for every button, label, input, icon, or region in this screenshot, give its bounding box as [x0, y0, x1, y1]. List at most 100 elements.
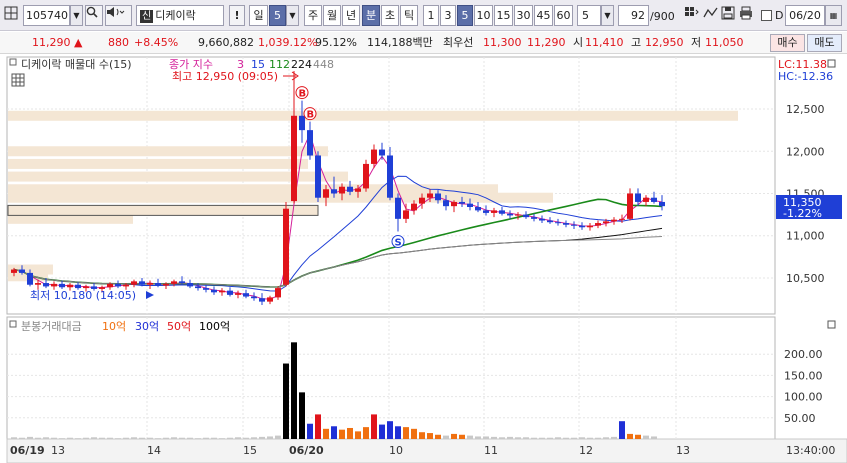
candle-body [587, 225, 593, 228]
volume-bar [627, 433, 633, 439]
time-label-0619: 06/19 [10, 444, 45, 457]
volume-bar [635, 434, 641, 439]
candle-body [355, 188, 361, 192]
date-input[interactable]: 06/20 [785, 5, 825, 26]
candle-body [419, 197, 425, 204]
volume-bar [251, 437, 257, 439]
candle-body [107, 283, 113, 288]
candle-body [491, 210, 497, 213]
candle-body [59, 283, 65, 288]
volume-y-tick: 50.00 [784, 412, 816, 425]
candle-body [315, 155, 321, 198]
volume-bar [411, 428, 417, 439]
interval-30-button[interactable]: 30 [514, 5, 533, 26]
best-bid: 11,290 [527, 36, 566, 49]
volume-bar [499, 437, 505, 439]
interval-3-button[interactable]: 3 [440, 5, 456, 26]
date-checkbox[interactable] [761, 10, 772, 21]
interval-60-button[interactable]: 60 [554, 5, 573, 26]
candle-body [643, 197, 649, 202]
volume-bar [547, 437, 553, 439]
candle-body [123, 284, 129, 287]
candle-body [323, 189, 329, 198]
volume-panel-frame [6, 316, 776, 440]
volume-bar [147, 437, 153, 439]
print-icon[interactable] [739, 6, 758, 25]
price-panel-close-icon[interactable] [827, 59, 836, 68]
volume-bar [203, 437, 209, 439]
candle-body [395, 197, 401, 219]
volume-bar [619, 421, 625, 439]
candle-body [603, 221, 609, 224]
ma-224-legend: 224 [291, 58, 312, 71]
candle-body [611, 219, 617, 222]
volume-profile-bar [8, 158, 308, 169]
grid-icon[interactable] [684, 6, 703, 25]
candle-body [11, 269, 17, 273]
period-year-button[interactable]: 년 [342, 5, 360, 26]
time-label-11: 11 [484, 444, 498, 457]
chart-settings-icon[interactable] [11, 73, 25, 87]
candle-body [451, 201, 457, 207]
candle-body [435, 193, 441, 201]
period-minute-button[interactable]: 분 [362, 5, 380, 26]
candle-body [403, 210, 409, 219]
interval-5-button[interactable]: 5 [457, 5, 473, 26]
alert-button[interactable]: ! [229, 5, 245, 26]
interval-1-button[interactable]: 1 [423, 5, 439, 26]
up-triangle-icon: ▲ [74, 36, 83, 49]
chart-area[interactable]: BBS 12,500 12,000 11,500 11,000 10,500 200.00… [0, 55, 847, 463]
interval-45-button[interactable]: 45 [534, 5, 553, 26]
volume-bar [139, 437, 145, 439]
candle-body [347, 186, 353, 192]
interval-combo-dropdown[interactable]: ▼ [601, 5, 614, 26]
candle-body [227, 290, 233, 295]
bar-count-input[interactable]: 92 [618, 5, 649, 26]
search-button[interactable] [85, 5, 103, 26]
speaker-button[interactable] [105, 5, 132, 26]
volume-bar [331, 426, 337, 439]
stock-code-input[interactable]: 105740 [23, 5, 70, 26]
time-label-13b: 13 [676, 444, 690, 457]
sell-button[interactable]: 매도 [807, 34, 842, 52]
volume-y-tick: 150.00 [784, 369, 823, 382]
bar-count-total: /900 [650, 10, 675, 23]
volume-bar [603, 437, 609, 439]
date-dropdown[interactable]: ▦ [825, 5, 842, 26]
period-day-count[interactable]: 5 [269, 5, 286, 26]
candle-body [51, 283, 57, 287]
stock-name-field[interactable]: 신 디케이락 [136, 5, 224, 26]
interval-combo[interactable]: 5 [577, 5, 601, 26]
candle-body [163, 283, 169, 286]
volume-bar [363, 427, 369, 439]
volume-bar [435, 434, 441, 439]
stock-code-dropdown[interactable]: ▼ [70, 5, 83, 26]
layout-grid-icon[interactable] [4, 6, 23, 25]
candle-body [651, 197, 657, 202]
volume-bar [51, 437, 57, 439]
interval-10-button[interactable]: 10 [474, 5, 493, 26]
volume-ratio: 1,039.12% [258, 36, 318, 49]
period-day-button[interactable]: 일 [249, 5, 268, 26]
period-second-button[interactable]: 초 [381, 5, 399, 26]
candle-body [219, 290, 225, 293]
line-tool-icon[interactable] [703, 6, 722, 25]
period-tick-button[interactable]: 틱 [400, 5, 418, 26]
period-day-dropdown[interactable]: ▼ [286, 5, 299, 26]
volume-bar [595, 437, 601, 439]
period-week-button[interactable]: 주 [304, 5, 322, 26]
candle-body [131, 281, 137, 285]
candle-body [571, 224, 577, 226]
volume: 9,660,882 [198, 36, 254, 49]
candle-body [235, 293, 241, 295]
price-volume-chart[interactable]: BBS 12,50012,00011,50011,00010,500200.00… [0, 55, 847, 463]
volume-panel-close-icon[interactable] [827, 320, 836, 329]
volume-bar [339, 429, 345, 439]
candle-body [307, 130, 313, 156]
period-month-button[interactable]: 월 [323, 5, 341, 26]
time-label-0620: 06/20 [289, 444, 324, 457]
volume-bar [179, 437, 185, 439]
buy-button[interactable]: 매수 [770, 34, 805, 52]
interval-15-button[interactable]: 15 [494, 5, 513, 26]
save-icon[interactable] [721, 6, 740, 25]
